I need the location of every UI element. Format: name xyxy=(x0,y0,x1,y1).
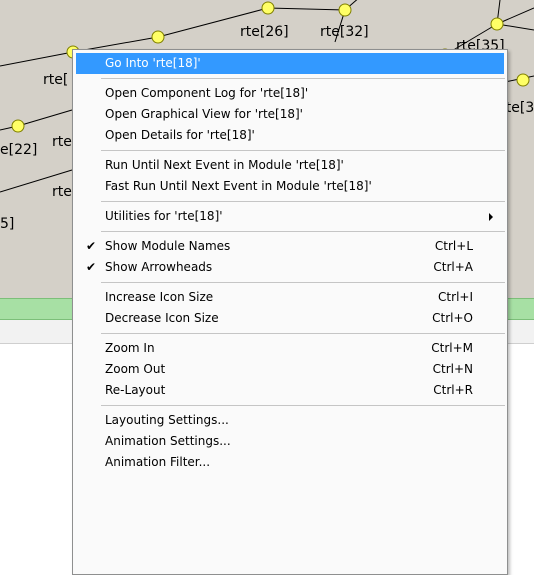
menu-item-shortcut: Ctrl+R xyxy=(433,383,473,397)
link-line xyxy=(17,109,73,127)
menu-item-label: Utilities for 'rte[18]' xyxy=(105,209,223,223)
menu-separator xyxy=(101,150,505,151)
node xyxy=(490,17,504,31)
checkmark-icon: ✔ xyxy=(85,239,97,253)
menu-item-label: Re-Layout xyxy=(105,383,166,397)
node xyxy=(338,3,352,17)
node-label-rte22: e[22] xyxy=(0,142,38,158)
node-label-rte32: rte[32] xyxy=(320,24,369,40)
menu-separator xyxy=(101,333,505,334)
menu-item-shortcut: Ctrl+N xyxy=(432,362,473,376)
link-line xyxy=(267,7,346,11)
menu-item-label: Show Module Names xyxy=(105,239,231,253)
menu-separator xyxy=(101,201,505,202)
menu-item-decrease-icon-size[interactable]: Decrease Icon Size Ctrl+O xyxy=(73,308,507,329)
menu-separator xyxy=(101,78,505,79)
menu-item-label: Fast Run Until Next Event in Module 'rte… xyxy=(105,179,372,193)
menu-item-open-graphical-view[interactable]: Open Graphical View for 'rte[18]' xyxy=(73,104,507,125)
menu-item-label: Animation Settings... xyxy=(105,434,231,448)
link-line xyxy=(0,51,74,67)
menu-item-shortcut: Ctrl+I xyxy=(438,290,473,304)
menu-item-label: Go Into 'rte[18]' xyxy=(105,56,201,70)
menu-item-shortcut: Ctrl+A xyxy=(433,260,473,274)
menu-item-label: Run Until Next Event in Module 'rte[18]' xyxy=(105,158,344,172)
menu-item-label: Open Component Log for 'rte[18]' xyxy=(105,86,309,100)
menu-item-label: Open Graphical View for 'rte[18]' xyxy=(105,107,303,121)
menu-item-label: Zoom In xyxy=(105,341,155,355)
menu-item-re-layout[interactable]: Re-Layout Ctrl+R xyxy=(73,380,507,401)
submenu-arrow-icon xyxy=(489,213,493,221)
menu-item-open-details[interactable]: Open Details for 'rte[18]' xyxy=(73,125,507,146)
node xyxy=(151,30,165,44)
node xyxy=(261,1,275,15)
node-label-rte-bottom: 5] xyxy=(0,216,15,232)
menu-item-zoom-in[interactable]: Zoom In Ctrl+M xyxy=(73,338,507,359)
menu-item-label: Zoom Out xyxy=(105,362,166,376)
menu-item-show-module-names[interactable]: ✔ Show Module Names Ctrl+L xyxy=(73,236,507,257)
menu-item-label: Animation Filter... xyxy=(105,455,211,469)
menu-item-utilities[interactable]: Utilities for 'rte[18]' xyxy=(73,206,507,227)
menu-item-increase-icon-size[interactable]: Increase Icon Size Ctrl+I xyxy=(73,287,507,308)
node-label-rte-mid: rte xyxy=(52,134,72,150)
menu-item-go-into[interactable]: Go Into 'rte[18]' xyxy=(76,53,504,74)
menu-item-shortcut: Ctrl+M xyxy=(431,341,473,355)
node xyxy=(516,73,530,87)
menu-item-shortcut: Ctrl+L xyxy=(434,239,473,253)
node-label-rte-left: rte[ xyxy=(43,72,69,88)
menu-item-label: Increase Icon Size xyxy=(105,290,214,304)
menu-separator xyxy=(101,231,505,232)
menu-item-run-until-next-event[interactable]: Run Until Next Event in Module 'rte[18]' xyxy=(73,155,507,176)
menu-item-label: Layouting Settings... xyxy=(105,413,229,427)
menu-item-animation-filter[interactable]: Animation Filter... xyxy=(73,452,507,473)
context-menu: Go Into 'rte[18]' Open Component Log for… xyxy=(72,49,508,575)
menu-item-shortcut: Ctrl+O xyxy=(432,311,473,325)
checkmark-icon: ✔ xyxy=(85,260,97,274)
menu-separator xyxy=(101,282,505,283)
menu-item-layouting-settings[interactable]: Layouting Settings... xyxy=(73,410,507,431)
node-label-rte26: rte[26] xyxy=(240,24,289,40)
menu-item-label: Open Details for 'rte[18]' xyxy=(105,128,255,142)
node-label-rte-low: rte xyxy=(52,184,72,200)
menu-item-label: Show Arrowheads xyxy=(105,260,213,274)
menu-item-open-component-log[interactable]: Open Component Log for 'rte[18]' xyxy=(73,83,507,104)
menu-item-label: Decrease Icon Size xyxy=(105,311,219,325)
menu-item-zoom-out[interactable]: Zoom Out Ctrl+N xyxy=(73,359,507,380)
menu-item-fast-run-until-next-event[interactable]: Fast Run Until Next Event in Module 'rte… xyxy=(73,176,507,197)
menu-item-animation-settings[interactable]: Animation Settings... xyxy=(73,431,507,452)
menu-separator xyxy=(101,405,505,406)
node xyxy=(11,119,25,133)
menu-item-show-arrowheads[interactable]: ✔ Show Arrowheads Ctrl+A xyxy=(73,257,507,278)
